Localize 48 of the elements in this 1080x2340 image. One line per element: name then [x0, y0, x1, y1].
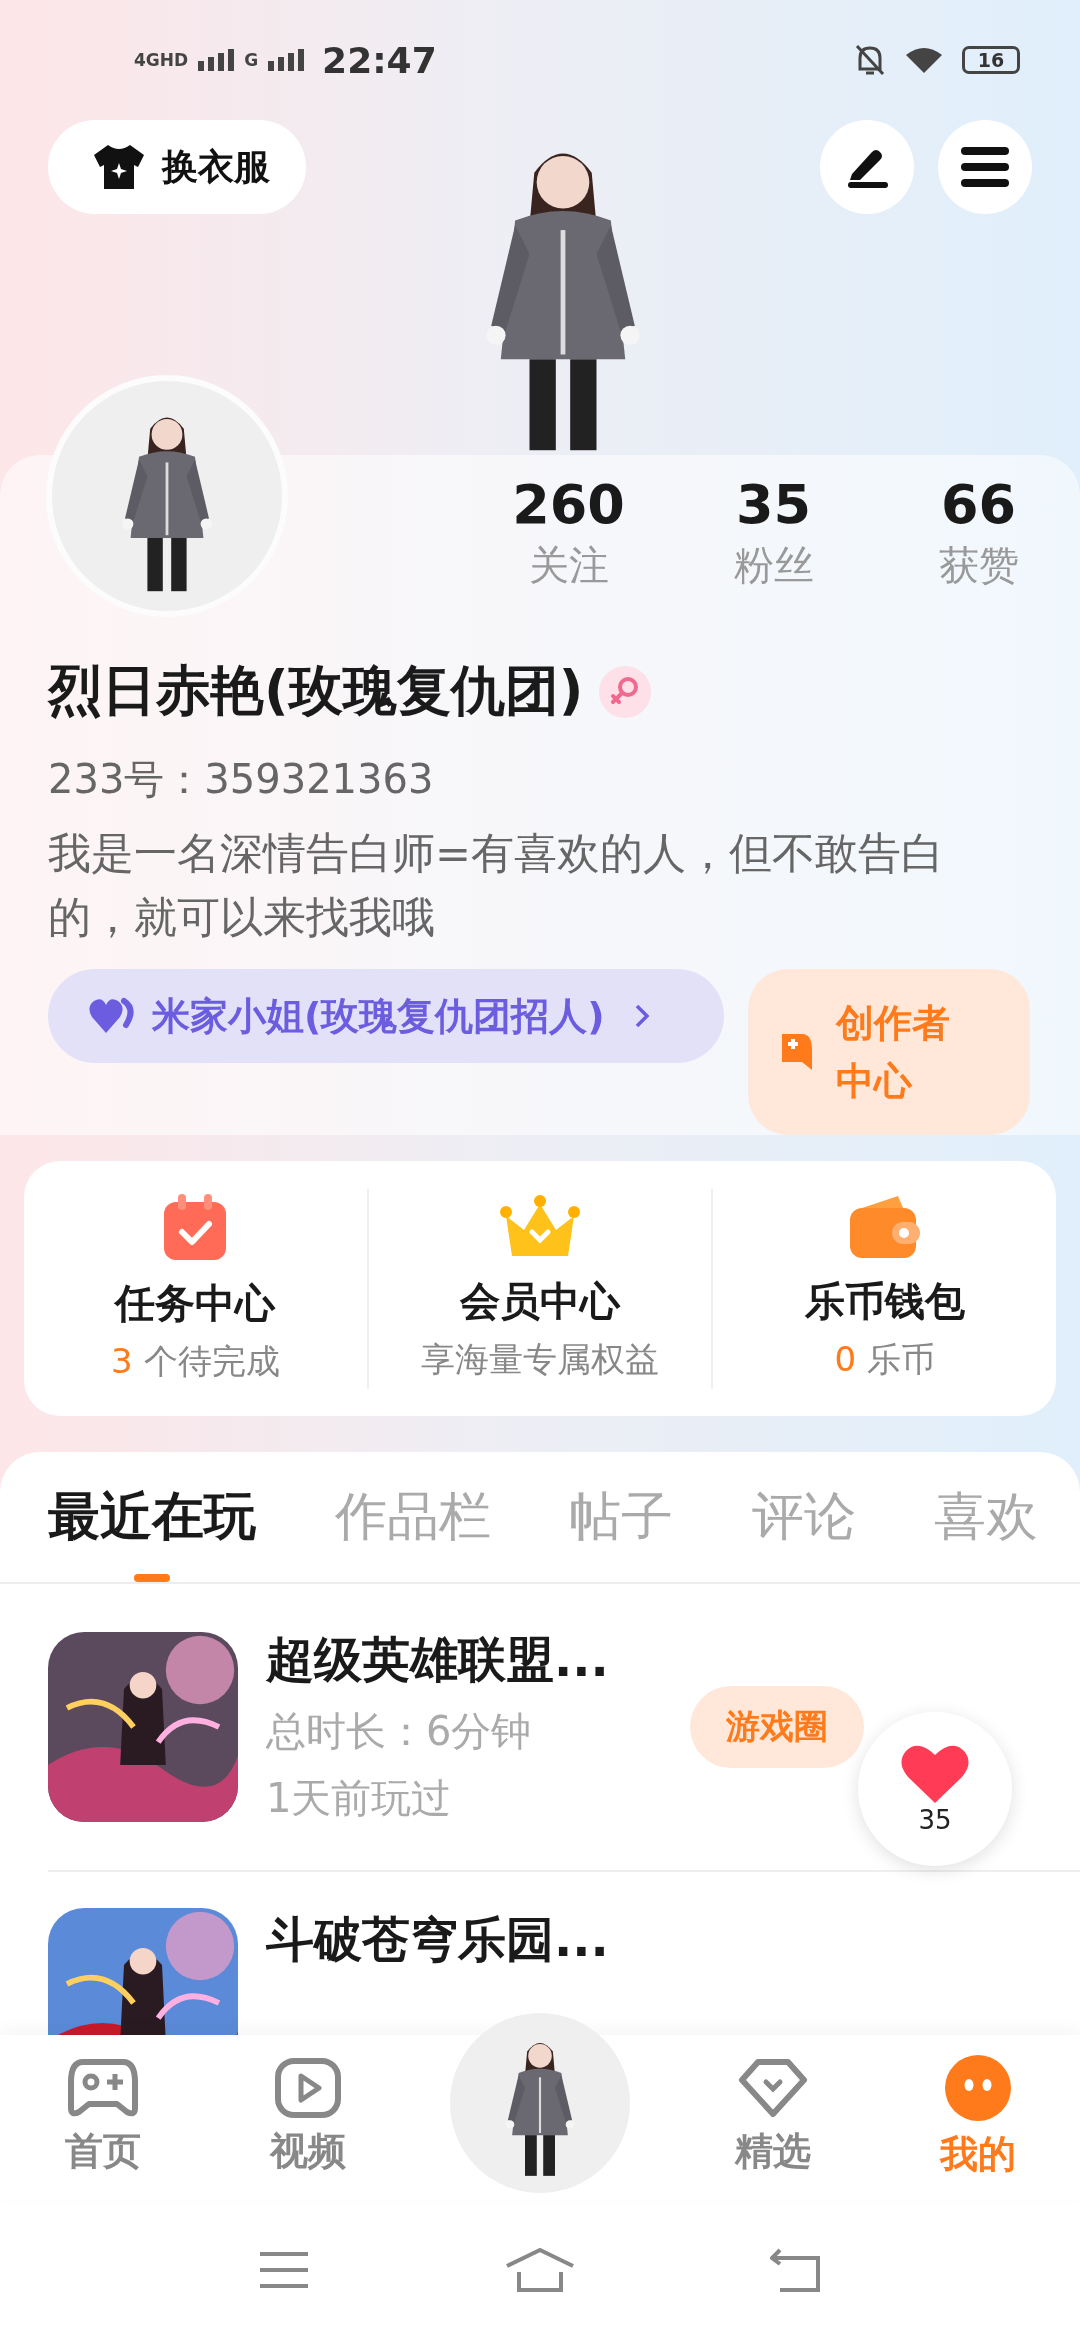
bio-text: 我是一名深情告白师=有喜欢的人，但不敢告白的，就可以来找我哦: [48, 827, 946, 944]
play-icon: [274, 2058, 341, 2118]
service-entry[interactable]: 会员中心 享海量专属权益: [366, 1188, 712, 1389]
network-label: G: [244, 50, 259, 70]
user-name: 烈日赤艳(玫瑰复仇团): [48, 658, 584, 724]
tab[interactable]: 评论: [751, 1452, 856, 1582]
bell-off-icon: [854, 43, 886, 77]
tab[interactable]: 帖子: [569, 1452, 673, 1582]
nav-item[interactable]: 首页: [0, 2058, 205, 2177]
menu-icon: [961, 147, 1009, 187]
last-played: 1天前玩过: [266, 1774, 453, 1823]
menu-icon[interactable]: [257, 2250, 310, 2290]
outfit-button[interactable]: 换衣服: [48, 120, 306, 214]
user-id: 233号：359321363: [48, 755, 435, 804]
game-title: 超级英雄联盟...: [266, 1630, 610, 1689]
calendar-icon: [162, 1192, 229, 1262]
tab[interactable]: 最近在玩: [48, 1452, 256, 1582]
nav-item[interactable]: 视频: [205, 2058, 410, 2177]
tab[interactable]: 作品栏: [334, 1452, 491, 1582]
clock-time: 22:47: [322, 39, 437, 81]
stat-value: 66: [940, 473, 1017, 538]
service-entry[interactable]: 任务中心 3 个待完成: [24, 1188, 367, 1389]
battery-icon: 16: [962, 46, 1020, 74]
signal-icon: [198, 49, 235, 71]
nav-item[interactable]: 精选: [670, 2058, 875, 2177]
back-icon[interactable]: [770, 2248, 823, 2292]
game-title: 斗破苍穹乐园...: [266, 1910, 610, 1969]
tab[interactable]: 喜欢: [934, 1452, 1038, 1582]
wifi-icon: [904, 45, 944, 75]
game-circle-button[interactable]: 游戏圈: [690, 1686, 864, 1768]
stat-label: 关注: [528, 540, 609, 590]
stat-value: 260: [512, 473, 625, 538]
stat-label: 粉丝: [733, 540, 814, 590]
play-duration: 总时长：6分钟: [266, 1707, 533, 1756]
nav-item[interactable]: 我的: [875, 2055, 1080, 2180]
wallet-icon: [847, 1194, 922, 1260]
creator-center-button[interactable]: 创作者中心: [748, 969, 1030, 1135]
service-entry[interactable]: 乐币钱包 0 乐币: [711, 1188, 1056, 1389]
stat-value: 35: [735, 473, 812, 538]
like-widget[interactable]: 35: [858, 1712, 1012, 1866]
home-icon[interactable]: [505, 2248, 575, 2292]
group-tag[interactable]: 米家小姐(玫瑰复仇团招人): [48, 969, 724, 1063]
face-icon: [944, 2055, 1011, 2121]
stat-label: 获赞: [938, 540, 1019, 590]
female-icon: [599, 665, 652, 718]
shirt-icon: [92, 143, 146, 191]
signal-icon: [268, 49, 305, 71]
network-label: 4GHD: [134, 50, 189, 70]
